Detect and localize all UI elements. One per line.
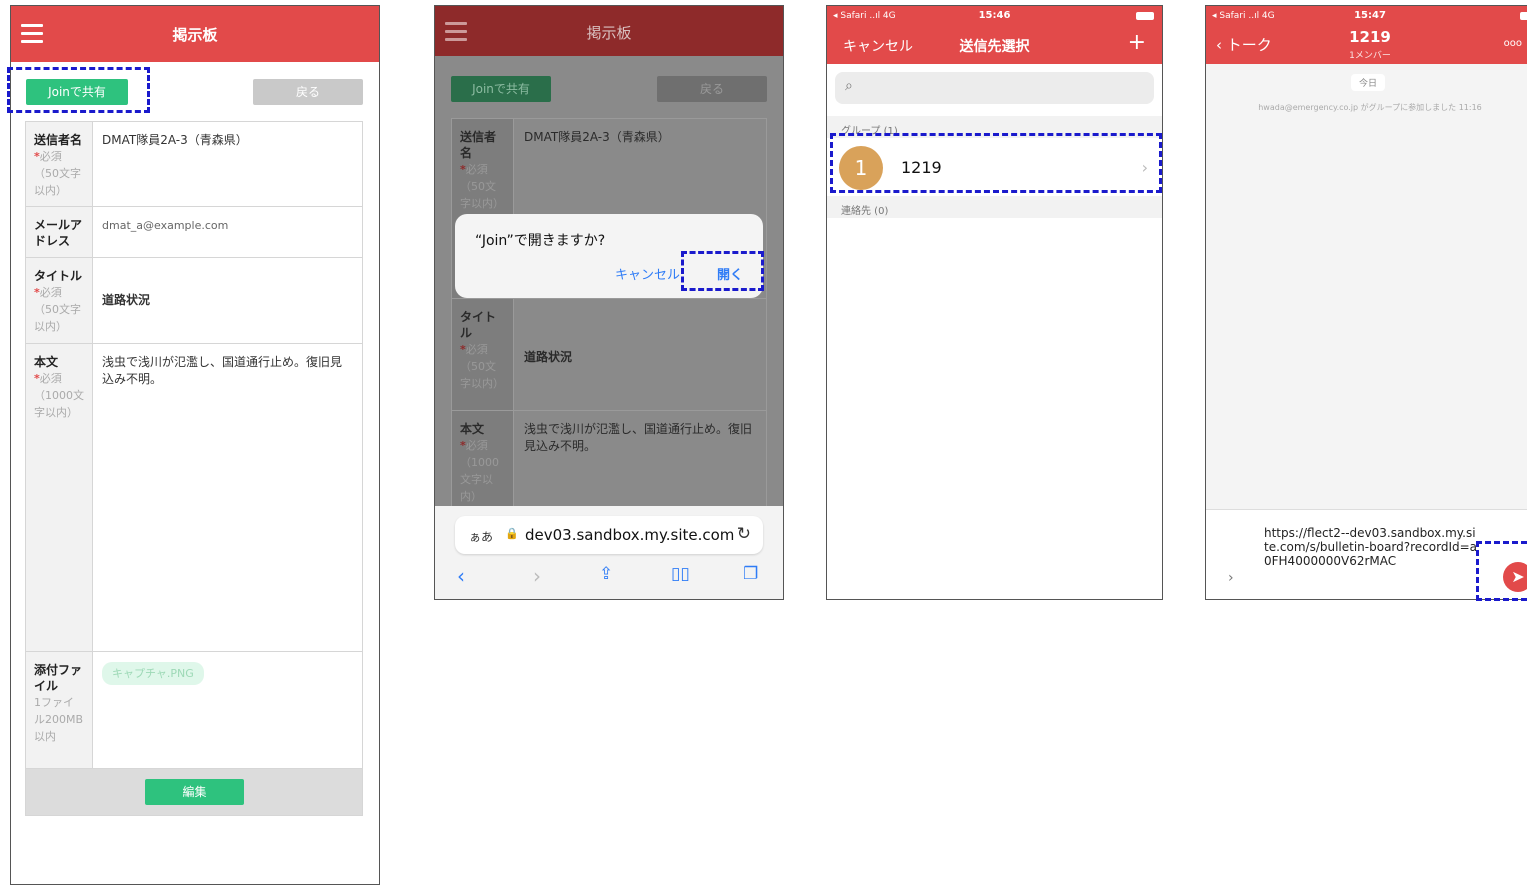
status-time: 15:47 (1354, 10, 1386, 21)
header-bar: 掲示板 (435, 6, 783, 56)
sender-value: DMAT隊員2A-3（青森県） (524, 130, 670, 144)
join-share-button[interactable]: Joinで共有 (26, 79, 128, 105)
url-text: dev03.sandbox.my.site.com (525, 526, 735, 544)
member-count: 1メンバー (1349, 51, 1391, 61)
email-label: メールアドレス (26, 207, 93, 257)
group-list-item[interactable]: 1 1219 › (827, 140, 1162, 200)
nav-title: 送信先選択 (959, 39, 1030, 55)
join-share-button[interactable]: Joinで共有 (451, 76, 551, 102)
reload-icon[interactable]: ↻ (737, 524, 751, 544)
body-row: 本文 *必須 （1000文字以内） 浅虫で浅川が氾濫し、国道通行止め。復旧見込み不明… (452, 411, 766, 519)
sender-value: DMAT隊員2A-3（青森県） (102, 133, 248, 147)
body-label: 本文 *必須 （1000文字以内） (26, 344, 93, 651)
bulletin-board-screen: 掲示板 Joinで共有 戻る 送信者名 *必須 （50文字以内） DMAT隊員2A-… (10, 5, 380, 885)
text-size-button[interactable]: ぁあ (469, 528, 493, 545)
form-footer: 編集 (26, 769, 362, 815)
battery-icon (1520, 12, 1527, 20)
back-button[interactable]: 戻る (657, 76, 767, 102)
contacts-section-header: 連絡先 (0) (827, 196, 1162, 218)
email-row: メールアドレス dmat_a@example.com (26, 207, 362, 258)
safari-bottom-bar: ぁあ 🔒 dev03.sandbox.my.site.com ↻ ‹ › ⇪ ▯… (435, 506, 783, 599)
message-composer: › https://flect2--dev03.sandbox.my.site.… (1206, 509, 1527, 599)
attachment-value: キャプチャ.PNG (102, 662, 352, 685)
title-value: 道路状況 (102, 293, 151, 307)
group-avatar: 1 (839, 146, 883, 190)
post-form: 送信者名 *必須 （50文字以内） DMAT隊員2A-3（青森県） タイトル *必須（… (451, 118, 767, 519)
address-bar[interactable]: ぁあ 🔒 dev03.sandbox.my.site.com ↻ (455, 516, 763, 554)
send-button[interactable]: ➤ (1503, 562, 1527, 592)
sender-row: 送信者名 *必須 （50文字以内） DMAT隊員2A-3（青森県） (26, 122, 362, 207)
send-icon: ➤ (1511, 567, 1525, 586)
tabs-icon[interactable]: ❐ (743, 564, 758, 584)
sender-label: 送信者名 *必須 （50文字以内） (26, 122, 93, 206)
select-recipient-screen: ◂ Safari ..ıl 4G 15:46 キャンセル 送信先選択 + ⌕ グ… (826, 5, 1163, 600)
add-icon[interactable]: + (1128, 30, 1146, 55)
search-input[interactable]: ⌕ (835, 72, 1154, 104)
edit-button[interactable]: 編集 (145, 779, 244, 805)
back-arrow-icon[interactable]: ‹ (457, 564, 465, 588)
groups-section-header: グループ (1) (827, 116, 1162, 138)
body-value: 浅虫で浅川が氾濫し、国道通行止め。復旧見込み不明。 (524, 422, 753, 453)
title-value: 道路状況 (524, 350, 573, 364)
nav-bar: ◂ Safari ..ıl 4G 15:47 ‹ トーク 1219 1メンバー … (1206, 6, 1527, 64)
post-form: 送信者名 *必須 （50文字以内） DMAT隊員2A-3（青森県） メールアドレス … (25, 121, 363, 816)
lock-icon: 🔒 (505, 527, 519, 540)
forward-arrow-icon[interactable]: › (533, 564, 541, 588)
expand-icon[interactable]: › (1228, 570, 1234, 586)
bookmarks-icon[interactable]: ▯▯ (671, 564, 690, 584)
body-row: 本文 *必須 （1000文字以内） 浅虫で浅川が氾濫し、国道通行止め。復旧見込み不明… (26, 344, 362, 652)
dialog-cancel-button[interactable]: キャンセル (615, 264, 680, 283)
share-icon[interactable]: ⇪ (599, 564, 613, 584)
chevron-right-icon: › (1141, 158, 1148, 177)
title-row: タイトル *必須 （50文字以内） 道路状況 (452, 299, 766, 411)
attachment-chip[interactable]: キャプチャ.PNG (102, 662, 204, 685)
date-badge: 今日 (1351, 74, 1386, 91)
nav-bar: ◂ Safari ..ıl 4G 15:46 キャンセル 送信先選択 + (827, 6, 1162, 64)
page-title: 掲示板 (586, 24, 632, 42)
title-label: タイトル *必須 （50文字以内） (26, 258, 93, 343)
body-value: 浅虫で浅川が氾濫し、国道通行止め。復旧見込み不明。 (102, 355, 343, 386)
title-label: タイトル *必須 （50文字以内） (452, 299, 514, 410)
title-row: タイトル *必須 （50文字以内） 道路状況 (26, 258, 362, 344)
group-talk-screen: ◂ Safari ..ıl 4G 15:47 ‹ トーク 1219 1メンバー … (1205, 5, 1527, 600)
more-icon[interactable]: ooo (1504, 38, 1522, 49)
email-value: dmat_a@example.com (102, 219, 229, 232)
dialog-title: “Join”で開きますか? (475, 233, 606, 249)
back-button[interactable]: 戻る (253, 79, 363, 105)
body-label: 本文 *必須 （1000文字以内） (452, 411, 514, 519)
system-message: hwada@emergency.co.jp がグループに参加しました 11:16 (1258, 103, 1482, 112)
dialog-open-button[interactable]: 開く (717, 264, 743, 283)
browser-open-dialog-screen: 掲示板 Joinで共有 戻る 送信者名 *必須 （50文字以内） DMAT隊員2A-… (434, 5, 784, 600)
attachment-label: 添付ファイル 1ファイル200MB以内 (26, 652, 93, 768)
message-input[interactable]: https://flect2--dev03.sandbox.my.site.co… (1264, 526, 1478, 568)
header-bar: 掲示板 (11, 6, 379, 62)
open-in-app-dialog: “Join”で開きますか? キャンセル 開く (455, 214, 763, 298)
group-name: 1219 (901, 158, 942, 177)
search-icon: ⌕ (845, 78, 853, 94)
message-list: 今日 hwada@emergency.co.jp がグループに参加しました 11… (1206, 64, 1527, 509)
page-title: 掲示板 (172, 26, 218, 44)
chat-title: 1219 (1349, 28, 1391, 46)
attachment-row: 添付ファイル 1ファイル200MB以内 キャプチャ.PNG (26, 652, 362, 769)
battery-icon (1136, 12, 1154, 20)
status-time: 15:46 (978, 10, 1011, 21)
